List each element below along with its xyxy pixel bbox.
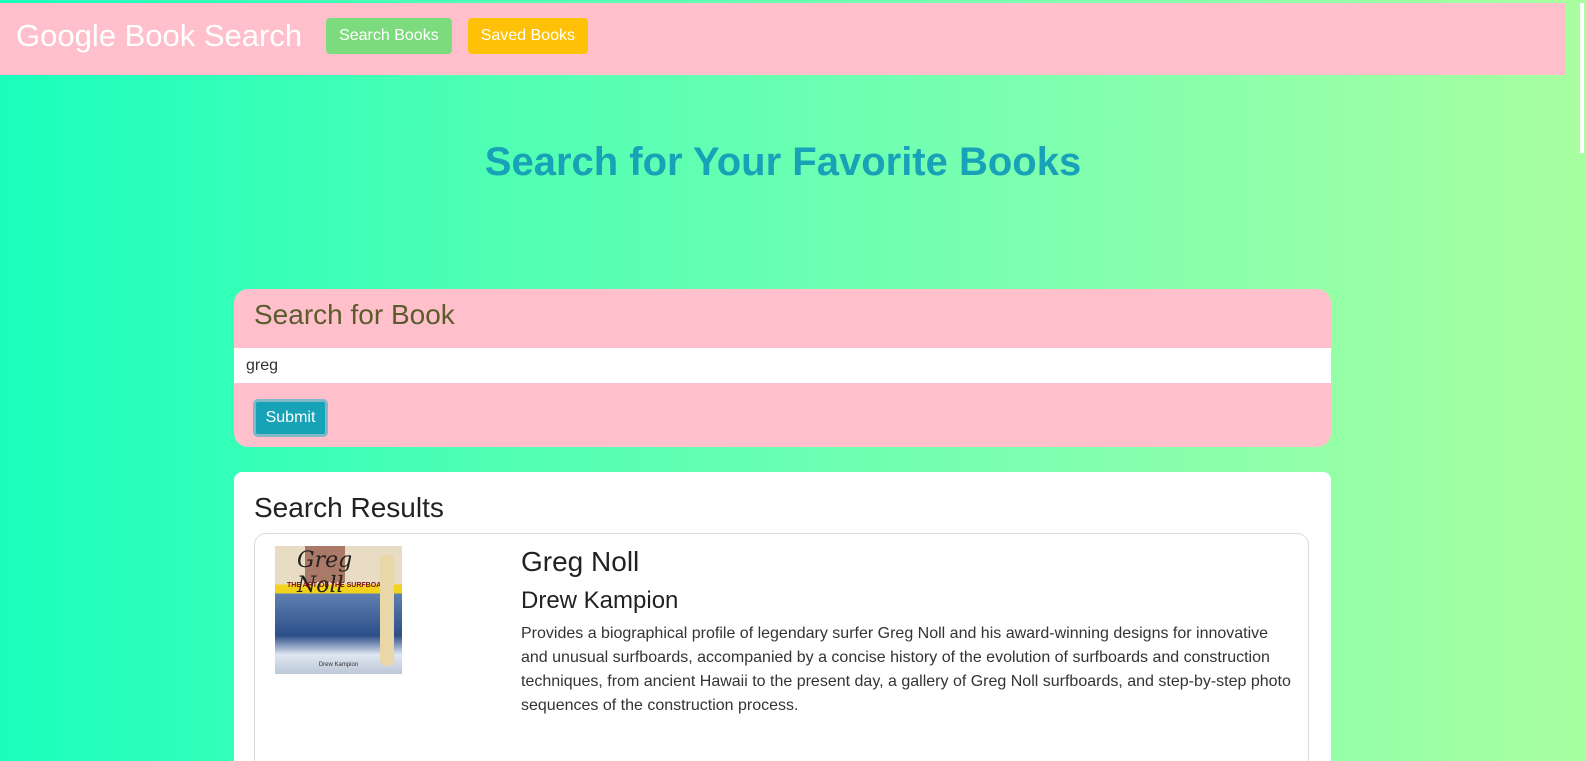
brand-title[interactable]: Google Book Search: [16, 18, 302, 54]
navbar: Google Book Search Search Books Saved Bo…: [0, 3, 1566, 75]
book-description: Provides a biographical profile of legen…: [521, 625, 1291, 714]
search-books-button[interactable]: Search Books: [326, 18, 452, 54]
cover-author: Drew Kampion: [318, 662, 359, 668]
page-background: Google Book Search Search Books Saved Bo…: [0, 0, 1586, 761]
scroll-thumb[interactable]: [1580, 3, 1584, 153]
scrollbar[interactable]: [1566, 0, 1586, 761]
book-title: Greg Noll: [521, 546, 640, 577]
search-input[interactable]: [234, 348, 1331, 383]
book-result-item: Greg Noll THE ART OF THE SURFBOARD Drew …: [254, 533, 1309, 761]
saved-books-button[interactable]: Saved Books: [467, 18, 588, 54]
surfboard-icon: [380, 554, 394, 666]
search-card-title: Search for Book: [254, 299, 455, 330]
book-author: Drew Kampion: [521, 587, 679, 614]
cover-subtitle: THE ART OF THE SURFBOARD: [287, 582, 392, 589]
results-title: Search Results: [254, 492, 444, 523]
submit-button[interactable]: Submit: [253, 399, 328, 437]
book-cover-image: Greg Noll THE ART OF THE SURFBOARD Drew …: [275, 546, 402, 674]
search-card: Search for Book Submit: [234, 289, 1331, 447]
results-card: Search Results Greg Noll THE ART OF THE …: [234, 472, 1331, 761]
page-title: Search for Your Favorite Books: [484, 140, 1082, 184]
